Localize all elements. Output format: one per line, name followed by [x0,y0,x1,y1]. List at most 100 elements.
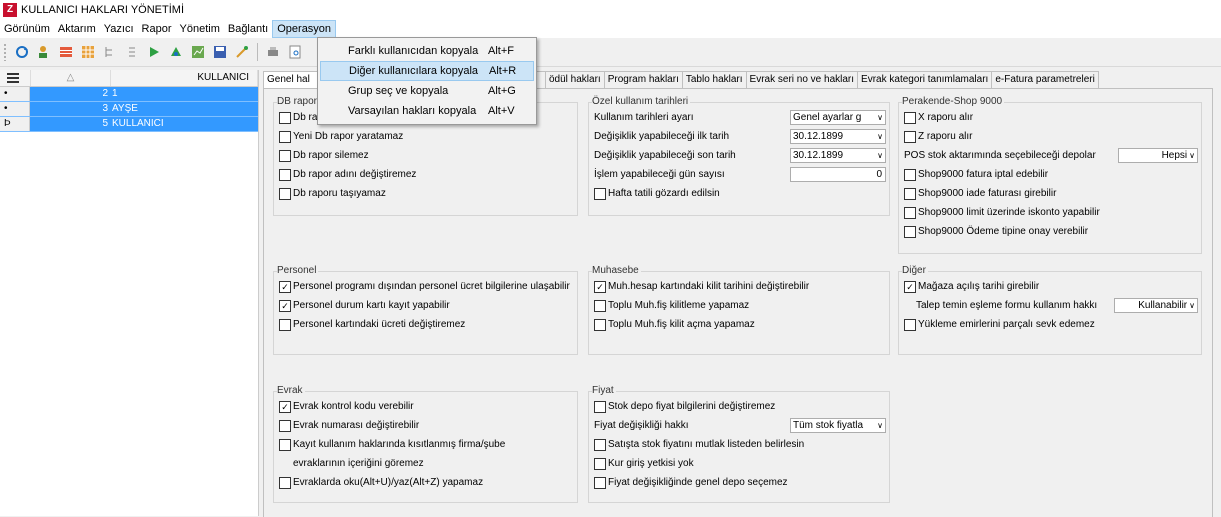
evrak-checkbox-0[interactable]: ✓ Evrak kontrol kodu verebilir [273,397,578,416]
talep-temin-select[interactable]: Kullanabilir ∨ [1114,298,1198,313]
grid-header-kullanici[interactable]: KULLANICI [111,70,259,86]
checkbox-box[interactable] [279,438,291,451]
checkbox-box[interactable] [279,168,291,181]
fiyat-checkbox-1[interactable]: Kur giriş yetkisi yok [588,454,890,473]
save-icon[interactable] [211,43,229,61]
stok-depo-checkbox[interactable]: Stok depo fiyat bilgilerini değiştiremez [588,397,890,416]
chart-icon[interactable] [189,43,207,61]
muhasebe-checkbox-2[interactable]: Toplu Muh.fiş kilit açma yapamaz [588,315,890,334]
checkbox-box[interactable] [594,318,606,331]
yukleme-checkbox[interactable]: Yükleme emirlerini parçalı sevk edemez [898,315,1202,334]
db-checkbox-1[interactable]: Yeni Db rapor yaratamaz [273,127,578,146]
list-icon[interactable] [123,43,141,61]
checkbox-box[interactable] [904,318,916,331]
x-raporu-checkbox[interactable]: X raporu alır [898,108,1202,127]
checkbox-box[interactable] [279,111,291,124]
menu-rapor[interactable]: Rapor [138,20,176,38]
personel-checkbox-1[interactable]: ✓ Personel durum kartı kayıt yapabilir [273,296,578,315]
tab-odul[interactable]: ödül hakları [545,71,605,88]
db-checkbox-4[interactable]: Db raporu taşıyamaz [273,184,578,203]
table-row[interactable]: • 2 1 [0,87,258,102]
pos-depolar-select[interactable]: Hepsi ∨ [1118,148,1198,163]
menu-item-diger-kullanicilara[interactable]: Diğer kullanıcılara kopyala Alt+R [320,61,534,81]
menu-aktarim[interactable]: Aktarım [54,20,100,38]
checkbox-box[interactable]: ✓ [279,400,291,413]
menu-item-grup-sec[interactable]: Grup seç ve kopyala Alt+G [318,81,536,101]
print-icon[interactable] [264,43,282,61]
table-row[interactable]: • 3 AYŞE [0,102,258,117]
menu-yonetim[interactable]: Yönetim [176,20,224,38]
checkbox-box[interactable] [594,400,606,413]
checkbox-box[interactable] [279,187,291,200]
z-raporu-checkbox[interactable]: Z raporu alır [898,127,1202,146]
shop-checkbox-0[interactable]: Shop9000 fatura iptal edebilir [898,165,1202,184]
tab-evrak-kategori[interactable]: Evrak kategori tanımlamaları [857,71,993,88]
evrak-checkbox-1[interactable]: Evrak numarası değiştirebilir [273,416,578,435]
muhasebe-checkbox-0[interactable]: ✓ Muh.hesap kartındaki kilit tarihini değ… [588,277,890,296]
checkbox-box[interactable] [279,130,291,143]
checkbox-box[interactable] [904,130,916,143]
menu-item-varsayilan[interactable]: Varsayılan hakları kopyala Alt+V [318,101,536,121]
checkbox-box[interactable] [279,476,291,489]
run-icon[interactable] [167,43,185,61]
tab-program[interactable]: Program hakları [603,71,683,88]
personel-checkbox-0[interactable]: ✓ Personel programı dışından personel ücr… [273,277,578,296]
checkbox-box[interactable] [904,225,916,238]
checkbox-box[interactable]: ✓ [279,280,291,293]
table-row[interactable]: Þ 5 KULLANICI [0,117,258,132]
tab-efatura[interactable]: e-Fatura parametreleri [991,71,1099,88]
tab-genel[interactable]: Genel hal [263,71,323,89]
menu-yazici[interactable]: Yazıcı [100,20,138,38]
evrak-checkbox-last[interactable]: Evraklarda oku(Alt+U)/yaz(Alt+Z) yapamaz [273,473,578,492]
checkbox-box[interactable] [594,299,606,312]
shop-checkbox-1[interactable]: Shop9000 iade faturası girebilir [898,184,1202,203]
menu-baglanti[interactable]: Bağlantı [224,20,272,38]
checkbox-box[interactable] [279,149,291,162]
shop-checkbox-3[interactable]: Shop9000 Ödeme tipine onay verebilir [898,222,1202,241]
user-add-icon[interactable] [35,43,53,61]
checkbox-box[interactable] [594,187,606,200]
muhasebe-checkbox-1[interactable]: Toplu Muh.fiş kilitleme yapamaz [588,296,890,315]
db-checkbox-2[interactable]: Db rapor silemez [273,146,578,165]
play-green-icon[interactable] [145,43,163,61]
shop-checkbox-2[interactable]: Shop9000 limit üzerinde iskonto yapabili… [898,203,1202,222]
wand-icon[interactable] [233,43,251,61]
hafta-checkbox[interactable]: Hafta tatili gözardı edilsin [588,184,890,203]
magaza-checkbox[interactable]: ✓ Mağaza açılış tarihi girebilir [898,277,1202,296]
fiyat-checkbox-2[interactable]: Fiyat değişikliğinde genel depo seçemez [588,473,890,492]
ilk-tarih-picker[interactable]: 30.12.1899 ∨ [790,129,886,144]
checkbox-box[interactable]: ✓ [594,280,606,293]
checkbox-box[interactable] [904,111,916,124]
checkbox-box[interactable] [904,187,916,200]
checkbox-box[interactable] [594,457,606,470]
toolbar-grip-icon[interactable] [3,43,7,61]
checkbox-box[interactable]: ✓ [279,299,291,312]
fiyat-hakki-select[interactable]: Tüm stok fiyatla ∨ [790,418,886,433]
checkbox-box[interactable] [904,206,916,219]
fiyat-checkbox-0[interactable]: Satışta stok fiyatını mutlak listeden be… [588,435,890,454]
gun-sayisi-input[interactable]: 0 [790,167,886,182]
menu-item-farkli-kullanicidan[interactable]: Farklı kullanıcıdan kopyala Alt+F [318,41,536,61]
personel-checkbox-2[interactable]: Personel kartındaki ücreti değiştiremez [273,315,578,334]
checkbox-box[interactable] [904,168,916,181]
tab-tablo[interactable]: Tablo hakları [681,71,747,88]
checkbox-box[interactable] [279,419,291,432]
menu-gorunum[interactable]: Görünüm [0,20,54,38]
grid-header-sort-icon[interactable]: △ [31,70,112,86]
preview-icon[interactable] [286,43,304,61]
grid-header-indicator[interactable] [0,70,31,86]
checkbox-box[interactable] [594,476,606,489]
ayar-select[interactable]: Genel ayarlar g ∨ [790,110,886,125]
checkbox-box[interactable] [594,438,606,451]
tab-evrak-seri[interactable]: Evrak seri no ve hakları [745,71,859,88]
grid-icon[interactable] [79,43,97,61]
checkbox-box[interactable] [279,318,291,331]
menu-operasyon[interactable]: Operasyon [272,20,337,38]
checkbox-box[interactable]: ✓ [904,280,916,293]
evrak-checkbox-2[interactable]: Kayıt kullanım haklarında kısıtlanmış fi… [273,435,578,454]
db-checkbox-3[interactable]: Db rapor adını değiştiremez [273,165,578,184]
tree-icon[interactable] [101,43,119,61]
table-red-icon[interactable] [57,43,75,61]
refresh-icon[interactable] [13,43,31,61]
son-tarih-picker[interactable]: 30.12.1899 ∨ [790,148,886,163]
